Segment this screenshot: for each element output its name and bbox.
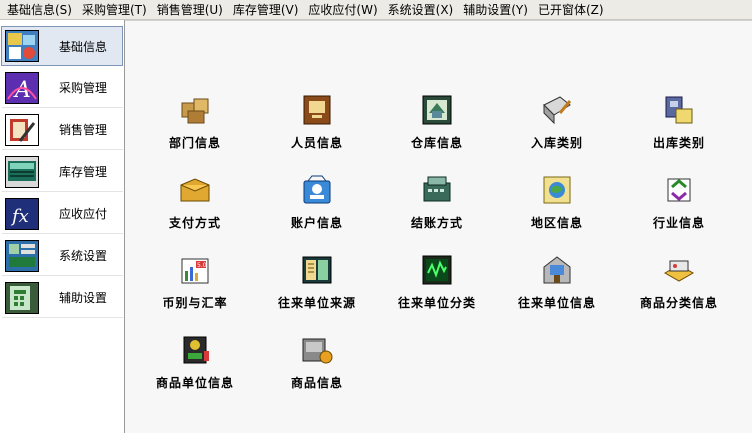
sidebar-item-inventory[interactable]: 库存管理	[2, 152, 123, 192]
sidebar-item-label: 应收应付	[59, 207, 108, 221]
tile-personnel[interactable]: 人员信息	[261, 93, 373, 157]
purchase-icon: A	[5, 71, 39, 104]
sidebar-item-system-settings[interactable]: 系统设置	[2, 236, 123, 276]
sidebar-item-label: 基础信息	[59, 39, 108, 54]
tile-label: 商品分类信息	[639, 296, 718, 310]
tile-industry[interactable]: 行业信息	[623, 173, 735, 237]
inbound-category-icon	[540, 93, 574, 127]
region-icon	[540, 173, 574, 207]
basic-info-icon	[5, 30, 39, 62]
system-settings-icon	[5, 239, 39, 272]
warehouse-icon	[420, 93, 454, 127]
tile-label: 地区信息	[530, 216, 583, 230]
menu-inventory[interactable]: 库存管理(V)	[228, 0, 304, 20]
tile-label: 入库类别	[530, 136, 583, 150]
auxiliary-settings-icon	[5, 281, 39, 314]
personnel-icon	[300, 93, 334, 127]
tile-outbound-category[interactable]: 出库类别	[623, 93, 735, 157]
svg-text:5.0: 5.0	[197, 262, 207, 269]
menu-purchase[interactable]: 采购管理(T)	[77, 0, 152, 20]
sidebar-item-label: 采购管理	[59, 81, 108, 95]
menu-system-settings[interactable]: 系统设置(X)	[383, 0, 459, 20]
receivable-payable-icon: fx	[5, 197, 39, 230]
tile-label: 商品信息	[290, 376, 343, 390]
tile-label: 支付方式	[168, 216, 221, 230]
inventory-icon	[5, 155, 39, 188]
sidebar-item-label: 系统设置	[59, 249, 108, 263]
sidebar-item-label: 库存管理	[59, 165, 108, 179]
tile-label: 部门信息	[168, 136, 221, 150]
tile-product-unit[interactable]: 商品单位信息	[139, 333, 251, 397]
tile-product-info[interactable]: 商品信息	[261, 333, 373, 397]
currency-rate-icon: 5.0	[178, 253, 212, 287]
industry-icon	[662, 173, 696, 207]
tile-label: 往来单位分类	[397, 296, 476, 310]
menu-receivable-payable[interactable]: 应收应付(W)	[303, 0, 382, 20]
sidebar: 基础信息 A 采购管理 销售管理 库存管理 fx 应收应付 系统设置 辅助设置	[0, 20, 125, 433]
payment-method-icon	[178, 173, 212, 207]
sales-icon	[5, 113, 39, 146]
svg-text:fx: fx	[10, 206, 29, 227]
tile-label: 往来单位信息	[517, 296, 596, 310]
product-category-icon	[662, 253, 696, 287]
tile-product-category[interactable]: 商品分类信息	[623, 253, 735, 317]
account-icon	[300, 173, 334, 207]
tile-label: 行业信息	[652, 216, 705, 230]
sidebar-item-sales[interactable]: 销售管理	[2, 110, 123, 150]
menu-auxiliary-settings[interactable]: 辅助设置(Y)	[458, 0, 533, 20]
tile-label: 人员信息	[290, 136, 343, 150]
settlement-icon	[420, 173, 454, 207]
outbound-category-icon	[662, 93, 696, 127]
tile-label: 出库类别	[652, 136, 705, 150]
sidebar-item-auxiliary-settings[interactable]: 辅助设置	[2, 278, 123, 318]
menu-sales[interactable]: 销售管理(U)	[152, 0, 228, 20]
menu-basic-info[interactable]: 基础信息(S)	[2, 0, 77, 20]
menu-open-windows[interactable]: 已开窗体(Z)	[533, 0, 609, 20]
tile-partner-source[interactable]: 往来单位来源	[261, 253, 373, 317]
tile-currency-rate[interactable]: 5.0 币别与汇率	[139, 253, 251, 317]
tile-label: 账户信息	[290, 216, 343, 230]
tile-payment-method[interactable]: 支付方式	[139, 173, 251, 237]
tile-account[interactable]: 账户信息	[261, 173, 373, 237]
menu-bar: 基础信息(S) 采购管理(T) 销售管理(U) 库存管理(V) 应收应付(W) …	[0, 0, 752, 20]
product-unit-icon	[178, 333, 212, 367]
tile-department[interactable]: 部门信息	[139, 93, 251, 157]
product-info-icon	[300, 333, 334, 367]
tile-label: 往来单位来源	[277, 296, 356, 310]
tile-warehouse[interactable]: 仓库信息	[381, 93, 493, 157]
tile-label: 结账方式	[410, 216, 463, 230]
partner-category-icon	[420, 253, 454, 287]
sidebar-item-purchase[interactable]: A 采购管理	[2, 68, 123, 108]
tile-label: 仓库信息	[410, 136, 463, 150]
partner-source-icon	[300, 253, 334, 287]
tile-settlement[interactable]: 结账方式	[381, 173, 493, 237]
sidebar-item-basic-info[interactable]: 基础信息	[1, 26, 123, 66]
tile-label: 币别与汇率	[162, 296, 228, 310]
tile-region[interactable]: 地区信息	[501, 173, 613, 237]
tile-label: 商品单位信息	[155, 376, 234, 390]
tile-partner-info[interactable]: 往来单位信息	[501, 253, 613, 317]
partner-info-icon	[540, 253, 574, 287]
department-icon	[178, 93, 212, 127]
tile-inbound-category[interactable]: 入库类别	[501, 93, 613, 157]
main-panel: 部门信息 人员信息 仓库信息 入库类别 出库类别 支付方式 账户信息 结账方式 …	[125, 20, 752, 433]
sidebar-item-label: 销售管理	[59, 123, 108, 137]
tile-partner-category[interactable]: 往来单位分类	[381, 253, 493, 317]
sidebar-item-label: 辅助设置	[59, 291, 108, 305]
sidebar-item-receivable-payable[interactable]: fx 应收应付	[2, 194, 123, 234]
